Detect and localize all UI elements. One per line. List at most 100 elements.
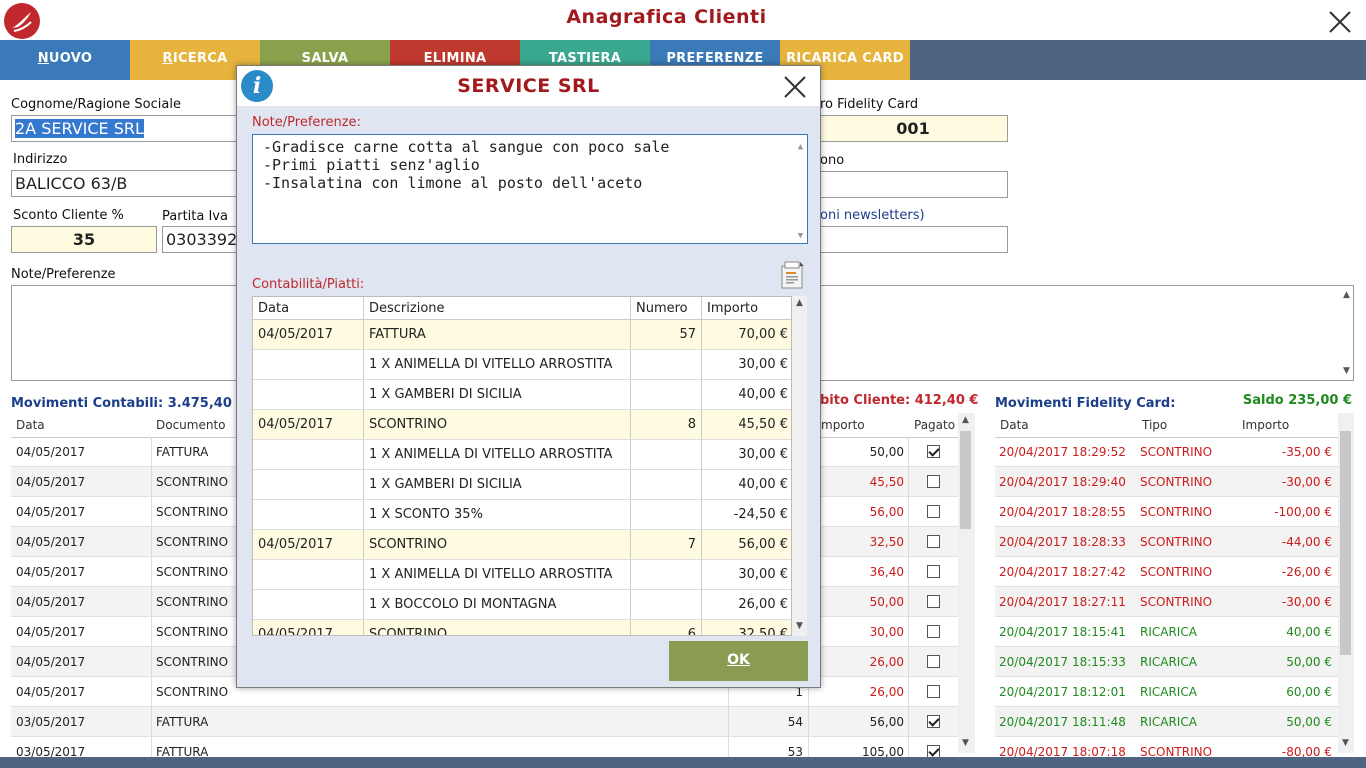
scroll-thumb[interactable] xyxy=(1340,431,1351,655)
cognome-field[interactable]: 2A SERVICE SRL xyxy=(11,115,239,142)
col-descrizione: Descrizione xyxy=(364,297,631,319)
cell-descrizione: SCONTRINO xyxy=(364,410,631,439)
paid-checkbox[interactable] xyxy=(927,475,940,488)
cell-descrizione: 1 X ANIMELLA DI VITELLO ARROSTITA xyxy=(364,350,631,379)
toolbar-button-0[interactable]: NUOVO xyxy=(0,40,130,80)
sconto-field[interactable]: 35 xyxy=(11,226,157,253)
table-row[interactable]: 1 X ANIMELLA DI VITELLO ARROSTITA 30,00 € xyxy=(253,350,791,380)
table-row[interactable]: 1 X ANIMELLA DI VITELLO ARROSTITA 30,00 € xyxy=(253,440,791,470)
table-row[interactable]: 1 X BOCCOLO DI MONTAGNA 26,00 € xyxy=(253,590,791,620)
newsletter-field[interactable] xyxy=(818,226,1008,253)
table-row[interactable]: 04/05/2017 SCONTRINO 8 45,50 € xyxy=(253,410,791,440)
scroll-down-icon[interactable]: ▼ xyxy=(792,621,807,631)
scroll-down-icon[interactable]: ▼ xyxy=(1338,738,1353,748)
column-divider xyxy=(908,527,909,557)
cell-importo: 50,00 € xyxy=(1286,715,1332,729)
table-row[interactable]: 1 X ANIMELLA DI VITELLO ARROSTITA 30,00 € xyxy=(253,560,791,590)
col-importo: mporto xyxy=(821,418,865,432)
paid-checkbox[interactable] xyxy=(927,655,940,668)
paid-checkbox[interactable] xyxy=(927,445,940,458)
table-row[interactable]: 1 X GAMBERI DI SICILIA 40,00 € xyxy=(253,380,791,410)
toolbar-button-hotkey: N xyxy=(37,51,49,66)
scroll-down-icon[interactable]: ▼ xyxy=(958,738,973,748)
cell-descrizione: 1 X GAMBERI DI SICILIA xyxy=(364,380,631,409)
print-report-icon[interactable] xyxy=(780,260,806,290)
note-label: Note/Preferenze xyxy=(11,267,116,282)
table-row[interactable]: 20/04/2017 18:27:11 SCONTRINO -30,00 € xyxy=(995,587,1338,617)
fidelity-scrollbar[interactable]: ▼ xyxy=(1338,413,1354,753)
table-row[interactable]: 20/04/2017 18:12:01 RICARICA 60,00 € xyxy=(995,677,1338,707)
cell-importo: 30,00 € xyxy=(738,567,788,582)
table-row[interactable]: 20/04/2017 18:15:41 RICARICA 40,00 € xyxy=(995,617,1338,647)
col-data: Data xyxy=(1000,418,1029,432)
paid-checkbox[interactable] xyxy=(927,625,940,638)
cell-numero: 8 xyxy=(631,410,702,439)
scroll-down-icon[interactable]: ▼ xyxy=(1339,366,1354,376)
table-row[interactable]: 20/04/2017 18:11:48 RICARICA 50,00 € xyxy=(995,707,1338,737)
partita-iva-field[interactable]: 0303392 xyxy=(162,226,239,253)
table-row[interactable]: 04/05/2017 SCONTRINO 7 56,00 € xyxy=(253,530,791,560)
column-divider xyxy=(908,467,909,497)
table-row[interactable]: 1 X SCONTO 35% -24,50 € xyxy=(253,500,791,530)
note-line: -Primi piatti senz'aglio xyxy=(263,156,480,174)
cell-importo: 30,00 € xyxy=(738,447,788,462)
column-divider xyxy=(808,707,809,737)
cell-importo: -100,00 € xyxy=(1274,505,1332,519)
paid-checkbox[interactable] xyxy=(927,565,940,578)
cell-tipo: SCONTRINO xyxy=(1140,595,1213,609)
scroll-thumb[interactable] xyxy=(960,431,971,529)
cell-importo: 56,00 xyxy=(869,715,904,729)
paid-checkbox[interactable] xyxy=(927,595,940,608)
table-row[interactable]: 04/05/2017 FATTURA 57 70,00 € xyxy=(253,320,791,350)
table-row[interactable]: 20/04/2017 18:28:55 SCONTRINO -100,00 € xyxy=(995,497,1338,527)
dialog-header: i SERVICE SRL xyxy=(237,66,820,106)
fidelity-label: ro Fidelity Card xyxy=(820,97,919,112)
cell-numero: 6 xyxy=(631,620,702,635)
cell-data: 20/04/2017 18:15:41 xyxy=(999,625,1126,639)
toolbar-button-label: RICARICA CARD xyxy=(786,51,904,66)
column-divider xyxy=(728,707,729,737)
newsletter-label: oni newsletters) xyxy=(820,208,925,223)
paid-checkbox[interactable] xyxy=(927,535,940,548)
indirizzo-field[interactable]: BALICCO 63/B xyxy=(11,170,239,197)
scroll-down-icon[interactable]: ▼ xyxy=(793,227,808,245)
column-divider xyxy=(151,677,152,707)
movimenti-title: Movimenti Contabili: 3.475,40 € xyxy=(11,396,246,411)
paid-checkbox[interactable] xyxy=(927,685,940,698)
ok-button[interactable]: OK xyxy=(669,641,808,681)
close-dialog-icon[interactable] xyxy=(783,75,807,99)
fidelity-saldo: Saldo 235,00 € xyxy=(1242,393,1352,408)
telefono-field[interactable] xyxy=(818,171,1008,198)
table-row[interactable]: 20/04/2017 18:15:33 RICARICA 50,00 € xyxy=(995,647,1338,677)
cell-descrizione: 1 X SCONTO 35% xyxy=(364,500,631,529)
table-row[interactable]: 04/05/2017 SCONTRINO 6 32,50 € xyxy=(253,620,791,635)
scroll-up-icon[interactable]: ▲ xyxy=(1339,290,1354,300)
fidelity-card-field[interactable]: 001 xyxy=(818,115,1008,142)
scroll-up-icon[interactable]: ▲ xyxy=(958,415,973,425)
page-title: Anagrafica Clienti xyxy=(566,6,767,28)
paid-checkbox[interactable] xyxy=(927,505,940,518)
cell-data: 20/04/2017 18:12:01 xyxy=(999,685,1126,699)
dialog-note-textarea[interactable]: -Gradisce carne cotta al sangue con poco… xyxy=(252,134,808,244)
table-row[interactable]: 20/04/2017 18:27:42 SCONTRINO -26,00 € xyxy=(995,557,1338,587)
dialog-table-scrollbar[interactable]: ▲ ▼ xyxy=(792,296,807,636)
scroll-up-icon[interactable]: ▲ xyxy=(793,138,808,156)
toolbar-button-label: ELIMINA xyxy=(423,51,487,66)
cell-importo: -30,00 € xyxy=(1281,475,1332,489)
cell-data: 04/05/2017 xyxy=(16,685,86,699)
cell-data xyxy=(253,500,364,529)
close-app-icon[interactable] xyxy=(1326,8,1354,36)
cell-data: 04/05/2017 xyxy=(253,410,364,439)
table-row[interactable]: 20/04/2017 18:28:33 SCONTRINO -44,00 € xyxy=(995,527,1338,557)
contabilita-table: Data Descrizione Numero Importo 04/05/20… xyxy=(252,296,792,636)
table-row[interactable]: 03/05/2017 FATTURA 54 56,00 xyxy=(11,707,958,737)
table-row[interactable]: 20/04/2017 18:29:40 SCONTRINO -30,00 € xyxy=(995,467,1338,497)
table-row[interactable]: 20/04/2017 18:29:52 SCONTRINO -35,00 € xyxy=(995,437,1338,467)
paid-checkbox[interactable] xyxy=(927,715,940,728)
scroll-up-icon[interactable]: ▲ xyxy=(792,298,807,308)
movimenti-scrollbar[interactable]: ▲ ▼ xyxy=(958,413,975,753)
cell-importo: -26,00 € xyxy=(1281,565,1332,579)
table-row[interactable]: 1 X GAMBERI DI SICILIA 40,00 € xyxy=(253,470,791,500)
indirizzo-label: Indirizzo xyxy=(13,152,68,167)
cell-data: 04/05/2017 xyxy=(16,475,86,489)
